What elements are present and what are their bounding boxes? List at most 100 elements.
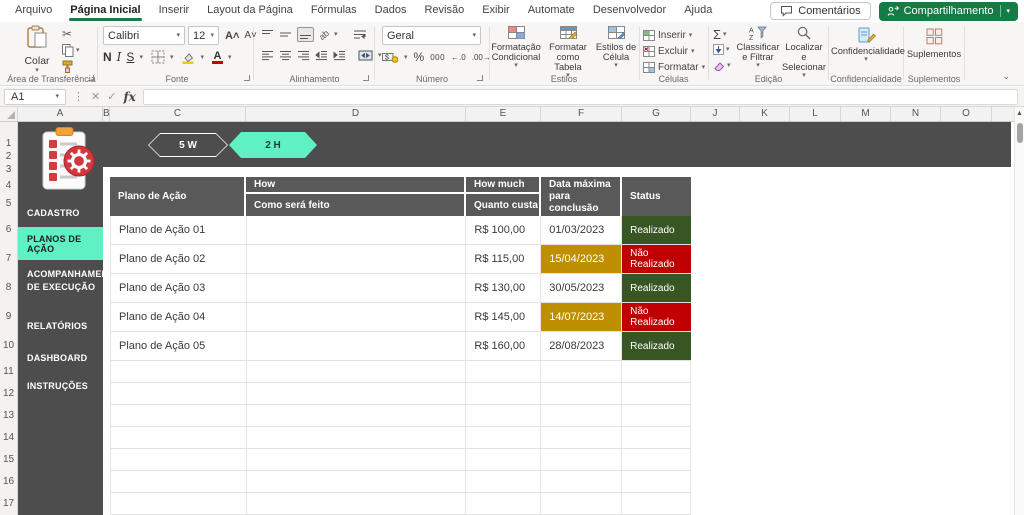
row-header[interactable]: 6 bbox=[0, 224, 17, 236]
cell-cost[interactable]: R$ 100,00 bbox=[466, 216, 541, 245]
row-header[interactable]: 9 bbox=[0, 311, 17, 323]
cell-status[interactable]: Realizado bbox=[622, 216, 691, 245]
column-header[interactable]: M bbox=[841, 107, 891, 121]
select-all-corner[interactable] bbox=[0, 107, 18, 121]
menu-tab-layout[interactable]: Layout da Página bbox=[198, 1, 302, 21]
autosum-button[interactable]: Σ bbox=[713, 28, 721, 41]
align-center-button[interactable] bbox=[279, 50, 292, 61]
sidebar-item-relatorios[interactable]: RELATÓRIOS bbox=[18, 317, 103, 335]
column-header[interactable]: L bbox=[790, 107, 841, 121]
column-header[interactable]: A bbox=[18, 107, 103, 121]
sort-filter-button[interactable]: AZ Classificar e Filtrar ▾ bbox=[735, 26, 781, 69]
align-left-button[interactable] bbox=[261, 50, 274, 61]
percent-style-button[interactable]: % bbox=[414, 50, 425, 64]
cell-status[interactable]: Realizado bbox=[622, 332, 691, 361]
clear-button[interactable] bbox=[713, 60, 725, 71]
menu-tab-dados[interactable]: Dados bbox=[366, 1, 416, 21]
sidebar-item-planos-de-acao[interactable]: PLANOS DE AÇÃO bbox=[18, 227, 103, 260]
grow-font-button[interactable]: A˄ bbox=[225, 30, 239, 42]
format-as-table-button[interactable]: Formatar como Tabela ▾ bbox=[542, 26, 594, 79]
shrink-font-button[interactable]: A˅ bbox=[244, 30, 257, 41]
sensitivity-button[interactable]: Confidencialidade ▾ bbox=[831, 27, 901, 63]
comma-style-button[interactable]: 000 bbox=[430, 53, 445, 62]
number-format-combobox[interactable]: Geral▾ bbox=[382, 26, 481, 45]
cell-date[interactable]: 15/04/2023 bbox=[541, 245, 622, 274]
align-bottom-button[interactable] bbox=[297, 27, 314, 42]
menu-tab-formulas[interactable]: Fórmulas bbox=[302, 1, 366, 21]
cell-how[interactable] bbox=[247, 216, 467, 245]
cell-plan[interactable]: Plano de Ação 02 bbox=[111, 245, 247, 274]
borders-button[interactable] bbox=[151, 50, 165, 64]
underline-button[interactable]: S bbox=[126, 50, 134, 64]
font-color-button[interactable]: A bbox=[212, 51, 223, 64]
orientation-button[interactable]: ab bbox=[317, 27, 331, 41]
column-header[interactable]: B bbox=[103, 107, 110, 121]
decrease-indent-button[interactable] bbox=[315, 50, 328, 61]
cut-button[interactable]: ✂ bbox=[62, 27, 80, 41]
font-name-combobox[interactable]: Calibri▾ bbox=[103, 26, 185, 45]
row-header[interactable]: 8 bbox=[0, 282, 17, 294]
menu-tab-revisao[interactable]: Revisão bbox=[415, 1, 473, 21]
row-header[interactable]: 15 bbox=[0, 454, 17, 466]
fill-button[interactable] bbox=[713, 44, 724, 55]
menu-tab-exibir[interactable]: Exibir bbox=[473, 1, 519, 21]
cell-plan[interactable]: Plano de Ação 04 bbox=[111, 303, 247, 332]
addins-button[interactable]: Suplementos bbox=[904, 28, 964, 59]
row-header[interactable]: 16 bbox=[0, 476, 17, 488]
collapse-ribbon-button[interactable]: ⌄ bbox=[1002, 71, 1010, 82]
comments-button[interactable]: Comentários bbox=[770, 2, 870, 20]
cell-date[interactable]: 01/03/2023 bbox=[541, 216, 622, 245]
dialog-launcher-icon[interactable] bbox=[477, 75, 483, 81]
wrap-text-button[interactable] bbox=[353, 29, 367, 40]
cell-date[interactable]: 30/05/2023 bbox=[541, 274, 622, 303]
accounting-format-button[interactable]: $ bbox=[382, 51, 398, 63]
insert-button[interactable]: Inserir bbox=[658, 28, 686, 42]
increase-indent-button[interactable] bbox=[333, 50, 346, 61]
cell-cost[interactable]: R$ 130,00 bbox=[466, 274, 541, 303]
scrollbar-thumb[interactable] bbox=[1017, 123, 1023, 143]
paste-button[interactable]: Colar ▾ bbox=[20, 25, 54, 74]
cell-how[interactable] bbox=[247, 332, 467, 361]
row-header[interactable]: 2 bbox=[0, 151, 17, 163]
column-header[interactable]: K bbox=[740, 107, 790, 121]
row-header[interactable]: 10 bbox=[0, 340, 17, 352]
format-button[interactable]: Formatar bbox=[658, 60, 699, 74]
column-header[interactable]: O bbox=[941, 107, 992, 121]
row-header[interactable]: 17 bbox=[0, 498, 17, 510]
cell-styles-button[interactable]: Estilos de Célula ▾ bbox=[595, 26, 637, 69]
cell-status[interactable]: Realizado bbox=[622, 274, 691, 303]
column-header[interactable]: N bbox=[891, 107, 941, 121]
column-header[interactable]: E bbox=[466, 107, 541, 121]
sidebar-item-dashboard[interactable]: DASHBOARD bbox=[18, 349, 103, 367]
decrease-decimal-button[interactable]: .00→ bbox=[472, 53, 491, 62]
column-header[interactable]: J bbox=[691, 107, 740, 121]
column-header[interactable]: D bbox=[246, 107, 466, 121]
cell-status[interactable]: Não Realizado bbox=[622, 245, 691, 274]
cell-plan[interactable]: Plano de Ação 03 bbox=[111, 274, 247, 303]
align-top-button[interactable] bbox=[261, 29, 274, 40]
formula-input[interactable] bbox=[143, 89, 1018, 105]
row-header[interactable]: 5 bbox=[0, 198, 17, 210]
share-button[interactable]: Compartilhamento ▾ bbox=[879, 2, 1018, 21]
cell-how[interactable] bbox=[247, 245, 467, 274]
menu-tab-inserir[interactable]: Inserir bbox=[150, 1, 199, 21]
merge-center-button[interactable] bbox=[358, 50, 373, 61]
vertical-scrollbar[interactable]: ▲ bbox=[1014, 107, 1024, 515]
column-header[interactable]: G bbox=[622, 107, 691, 121]
row-header[interactable]: 13 bbox=[0, 410, 17, 422]
row-header[interactable]: 12 bbox=[0, 388, 17, 400]
align-right-button[interactable] bbox=[297, 50, 310, 61]
column-header[interactable]: F bbox=[541, 107, 622, 121]
row-header[interactable]: 1 bbox=[0, 138, 17, 150]
row-header[interactable]: 3 bbox=[0, 164, 17, 176]
align-middle-button[interactable] bbox=[279, 29, 292, 40]
cell-plan[interactable]: Plano de Ação 01 bbox=[111, 216, 247, 245]
cell-cost[interactable]: R$ 115,00 bbox=[466, 245, 541, 274]
cell-date[interactable]: 14/07/2023 bbox=[541, 303, 622, 332]
menu-tab-desenvolvedor[interactable]: Desenvolvedor bbox=[584, 1, 675, 21]
dialog-launcher-icon[interactable] bbox=[363, 75, 369, 81]
dialog-launcher-icon[interactable] bbox=[88, 75, 94, 81]
name-box[interactable]: A1 ▾ bbox=[4, 89, 66, 105]
tab-5w[interactable]: 5 W bbox=[148, 133, 228, 157]
sidebar-item-acompanhamento[interactable]: ACOMPANHAMENTO DE EXECUÇÃO bbox=[18, 266, 103, 296]
